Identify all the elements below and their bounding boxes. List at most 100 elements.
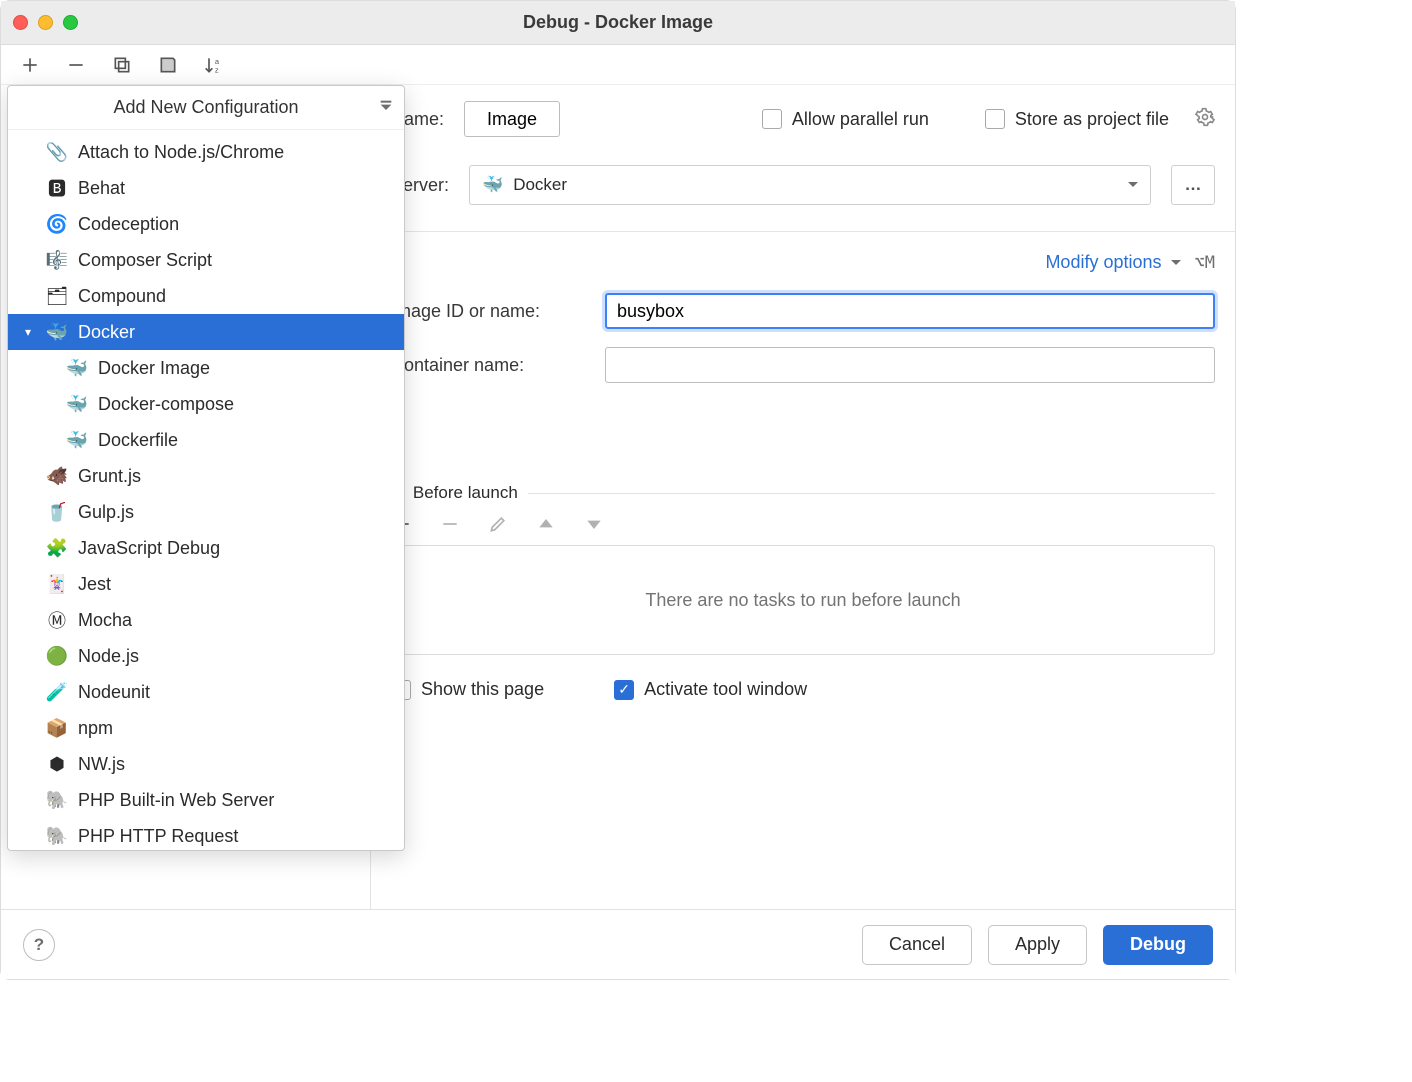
config-type-label: PHP HTTP Request: [78, 826, 238, 847]
store-project-label: Store as project file: [1015, 109, 1169, 130]
minimize-window-icon[interactable]: [38, 15, 53, 30]
server-value: Docker: [513, 175, 567, 195]
chevron-down-icon: [1171, 252, 1181, 272]
add-configuration-popup: Add New Configuration 📎Attach to Node.js…: [7, 85, 405, 851]
jsdebug-icon: 🧩: [46, 537, 68, 559]
help-button[interactable]: ?: [23, 929, 55, 961]
name-input[interactable]: [464, 101, 560, 137]
config-type-item[interactable]: 🐗 Grunt.js: [8, 458, 404, 494]
config-type-label: Docker: [78, 322, 135, 343]
config-type-item[interactable]: 🗂 Compound: [8, 278, 404, 314]
before-launch-header[interactable]: ▼ Before launch: [391, 483, 1215, 503]
docker-icon: 🐳: [46, 321, 68, 343]
checkbox-box-icon: [985, 109, 1005, 129]
php-icon: 🐘: [46, 789, 68, 811]
config-type-label: Compound: [78, 286, 166, 307]
chevron-down-icon: [1128, 175, 1138, 195]
svg-text:z: z: [215, 65, 219, 74]
sort-config-icon[interactable]: az: [203, 54, 225, 76]
copy-config-icon[interactable]: [111, 54, 133, 76]
close-window-icon[interactable]: [13, 15, 28, 30]
move-up-icon[interactable]: [535, 513, 557, 535]
config-type-label: Docker-compose: [98, 394, 234, 415]
config-type-item[interactable]: 🅱Behat: [8, 170, 404, 206]
config-type-item[interactable]: 🎼 Composer Script: [8, 242, 404, 278]
window-controls: [13, 15, 78, 30]
config-type-label: PHP Built-in Web Server: [78, 790, 274, 811]
jest-icon: 🃏: [46, 573, 68, 595]
config-type-item[interactable]: 🧪 Nodeunit: [8, 674, 404, 710]
grunt-icon: 🐗: [46, 465, 68, 487]
add-config-icon[interactable]: [19, 54, 41, 76]
npm-icon: 📦: [46, 717, 68, 739]
remove-task-icon[interactable]: [439, 513, 461, 535]
mocha-icon: Ⓜ: [46, 609, 68, 631]
config-type-label: Gulp.js: [78, 502, 134, 523]
configurations-tree-panel: Add New Configuration 📎Attach to Node.js…: [1, 85, 371, 909]
config-type-item[interactable]: ⬢ NW.js: [8, 746, 404, 782]
config-type-label: Node.js: [78, 646, 139, 667]
activate-tool-window-checkbox[interactable]: ✓ Activate tool window: [614, 679, 807, 700]
image-id-input[interactable]: [605, 293, 1215, 329]
container-name-input[interactable]: [605, 347, 1215, 383]
config-type-item[interactable]: 🐳Docker-compose: [8, 386, 404, 422]
dialog-footer: ? Cancel Apply Debug: [1, 909, 1235, 979]
config-type-item[interactable]: 📦npm: [8, 710, 404, 746]
config-toolbar: az: [1, 45, 1235, 85]
titlebar: Debug - Docker Image: [1, 1, 1235, 45]
remove-config-icon[interactable]: [65, 54, 87, 76]
config-type-label: Nodeunit: [78, 682, 150, 703]
config-type-item[interactable]: 📎Attach to Node.js/Chrome: [8, 134, 404, 170]
config-type-label: JavaScript Debug: [78, 538, 220, 559]
before-launch-label: Before launch: [413, 483, 518, 503]
server-browse-button[interactable]: …: [1171, 165, 1215, 205]
move-down-icon[interactable]: [583, 513, 605, 535]
cancel-button[interactable]: Cancel: [862, 925, 972, 965]
show-this-page-checkbox[interactable]: Show this page: [391, 679, 544, 700]
config-type-label: Docker Image: [98, 358, 210, 379]
codeception-icon: 🌀: [46, 213, 68, 235]
debug-button[interactable]: Debug: [1103, 925, 1213, 965]
compound-icon: 🗂: [46, 285, 68, 307]
config-type-item[interactable]: 🐳Dockerfile: [8, 422, 404, 458]
configuration-type-list[interactable]: 📎Attach to Node.js/Chrome🅱Behat🌀Codecept…: [8, 130, 404, 850]
gear-icon[interactable]: [1195, 107, 1215, 132]
config-type-label: Composer Script: [78, 250, 212, 271]
composer-icon: 🎼: [46, 249, 68, 271]
docker-icon: 🐳: [66, 357, 88, 379]
modify-options-shortcut: ⌥M: [1195, 253, 1215, 273]
config-type-item[interactable]: 🧩 JavaScript Debug: [8, 530, 404, 566]
nodeunit-icon: 🧪: [46, 681, 68, 703]
config-type-item[interactable]: 🐘 PHP HTTP Request: [8, 818, 404, 850]
nwjs-icon: ⬢: [46, 753, 68, 775]
config-type-label: Behat: [78, 178, 125, 199]
server-dropdown[interactable]: 🐳 Docker: [469, 165, 1151, 205]
php-icon: 🐘: [46, 825, 68, 847]
modify-options-link[interactable]: Modify options: [1045, 252, 1180, 273]
config-type-item[interactable]: ⓂMocha: [8, 602, 404, 638]
config-type-label: NW.js: [78, 754, 125, 775]
config-type-item[interactable]: 🐘 PHP Built-in Web Server: [8, 782, 404, 818]
config-type-label: Jest: [78, 574, 111, 595]
attach-icon: 📎: [46, 141, 68, 163]
config-type-item[interactable]: 🐳 Docker Image: [8, 350, 404, 386]
edit-task-icon[interactable]: [487, 513, 509, 535]
allow-parallel-checkbox[interactable]: Allow parallel run: [762, 109, 929, 130]
config-type-label: Grunt.js: [78, 466, 141, 487]
chevron-down-icon: ▾: [20, 325, 36, 339]
save-config-icon[interactable]: [157, 54, 179, 76]
apply-button[interactable]: Apply: [988, 925, 1087, 965]
image-id-label: Image ID or name:: [391, 301, 581, 322]
config-type-item[interactable]: ▾ 🐳 Docker: [8, 314, 404, 350]
docker-icon: 🐳: [66, 429, 88, 451]
store-as-project-checkbox[interactable]: Store as project file: [985, 109, 1169, 130]
node-icon: 🟢: [46, 645, 68, 667]
config-type-item[interactable]: 🟢 Node.js: [8, 638, 404, 674]
config-type-item[interactable]: 🃏 Jest: [8, 566, 404, 602]
config-type-item[interactable]: 🥤 Gulp.js: [8, 494, 404, 530]
gulp-icon: 🥤: [46, 501, 68, 523]
config-type-item[interactable]: 🌀Codeception: [8, 206, 404, 242]
collapse-popup-icon[interactable]: [378, 98, 394, 117]
before-launch-tasks-list: There are no tasks to run before launch: [391, 545, 1215, 655]
maximize-window-icon[interactable]: [63, 15, 78, 30]
